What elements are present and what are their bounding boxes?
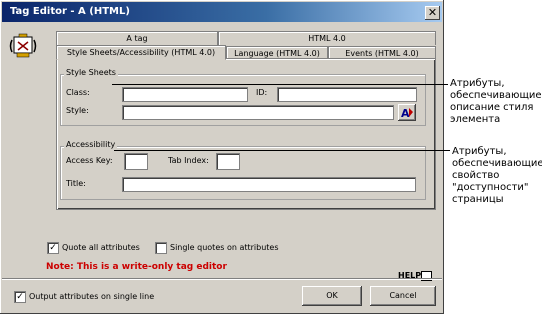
style-input[interactable]	[122, 105, 394, 120]
close-button[interactable]: ✕	[425, 6, 440, 20]
access-annotation-line: обеспечивающие	[452, 158, 542, 169]
style-annotation-line: описание стиля	[450, 102, 534, 113]
output-single-line-label: Output attributes on single line	[29, 292, 155, 301]
access-key-label: Access Key:	[66, 156, 113, 165]
quote-all-label: Quote all attributes	[62, 243, 140, 252]
id-input[interactable]	[277, 87, 417, 102]
title-label: Title:	[66, 179, 86, 188]
access-annotation-line: "доступности"	[452, 182, 529, 193]
tab-style-sheets-label: Style Sheets/Accessibility (HTML 4.0)	[66, 48, 216, 57]
quote-all-check-mark: ✓	[49, 243, 57, 253]
title-input[interactable]	[122, 177, 416, 192]
output-single-line-check-mark: ✓	[16, 292, 24, 302]
tag-editor-dialog: Tag Editor - A (HTML) ✕ A tag HTML 4.0 S…	[0, 0, 444, 314]
footer-separator	[2, 278, 442, 279]
style-sheets-group-label: Style Sheets	[64, 68, 118, 77]
cancel-button[interactable]: Cancel	[370, 286, 436, 306]
ok-button-label: OK	[326, 291, 338, 300]
tab-index-label: Tab Index:	[168, 156, 209, 165]
tab-a-tag[interactable]: A tag	[56, 31, 218, 45]
style-annotation-line: обеспечивающие	[450, 90, 542, 101]
tab-style-sheets-accessibility[interactable]: Style Sheets/Accessibility (HTML 4.0)	[56, 45, 226, 60]
style-annotation-line: элемента	[450, 114, 501, 125]
single-quotes-label: Single quotes on attributes	[170, 243, 279, 252]
tab-html-4[interactable]: HTML 4.0	[218, 31, 436, 45]
tab-html-4-label: HTML 4.0	[308, 34, 346, 43]
access-annotation-pointer	[114, 150, 450, 151]
style-label: Style:	[66, 106, 89, 115]
style-annotation-line: Атрибуты,	[450, 78, 505, 89]
single-quotes-checkbox[interactable]	[155, 242, 167, 254]
style-builder-icon: A	[401, 107, 413, 120]
tag-editor-app-icon	[8, 32, 38, 60]
cancel-button-label: Cancel	[389, 291, 417, 300]
tab-a-tag-label: A tag	[126, 34, 148, 43]
tab-language-label: Language (HTML 4.0)	[234, 49, 320, 58]
accessibility-group-label: Accessibility	[64, 140, 118, 149]
id-label: ID:	[256, 88, 268, 97]
ok-button[interactable]: OK	[302, 286, 362, 306]
class-input[interactable]	[122, 87, 248, 102]
access-annotation: Атрибуты, обеспечивающие свойство "досту…	[452, 146, 542, 206]
tab-index-input[interactable]	[216, 153, 240, 170]
window-title: Tag Editor - A (HTML)	[10, 6, 130, 17]
svg-text:A: A	[401, 107, 410, 119]
write-only-note: Note: This is a write-only tag editor	[46, 262, 227, 272]
help-icon[interactable]	[421, 271, 432, 281]
style-annotation-pointer	[112, 84, 448, 85]
tab-events-label: Events (HTML 4.0)	[345, 49, 419, 58]
style-annotation: Атрибуты, обеспечивающие описание стиля …	[450, 78, 542, 126]
class-label: Class:	[66, 88, 90, 97]
output-single-line-checkbox[interactable]: ✓	[14, 291, 26, 303]
access-annotation-line: страницы	[452, 194, 504, 205]
title-bar[interactable]: Tag Editor - A (HTML) ✕	[2, 2, 442, 22]
access-annotation-line: Атрибуты,	[452, 146, 507, 157]
quote-all-checkbox[interactable]: ✓	[47, 242, 59, 254]
access-key-input[interactable]	[124, 153, 148, 170]
style-builder-button[interactable]: A	[398, 104, 416, 121]
close-icon: ✕	[427, 6, 438, 19]
access-annotation-line: свойство	[452, 170, 500, 181]
